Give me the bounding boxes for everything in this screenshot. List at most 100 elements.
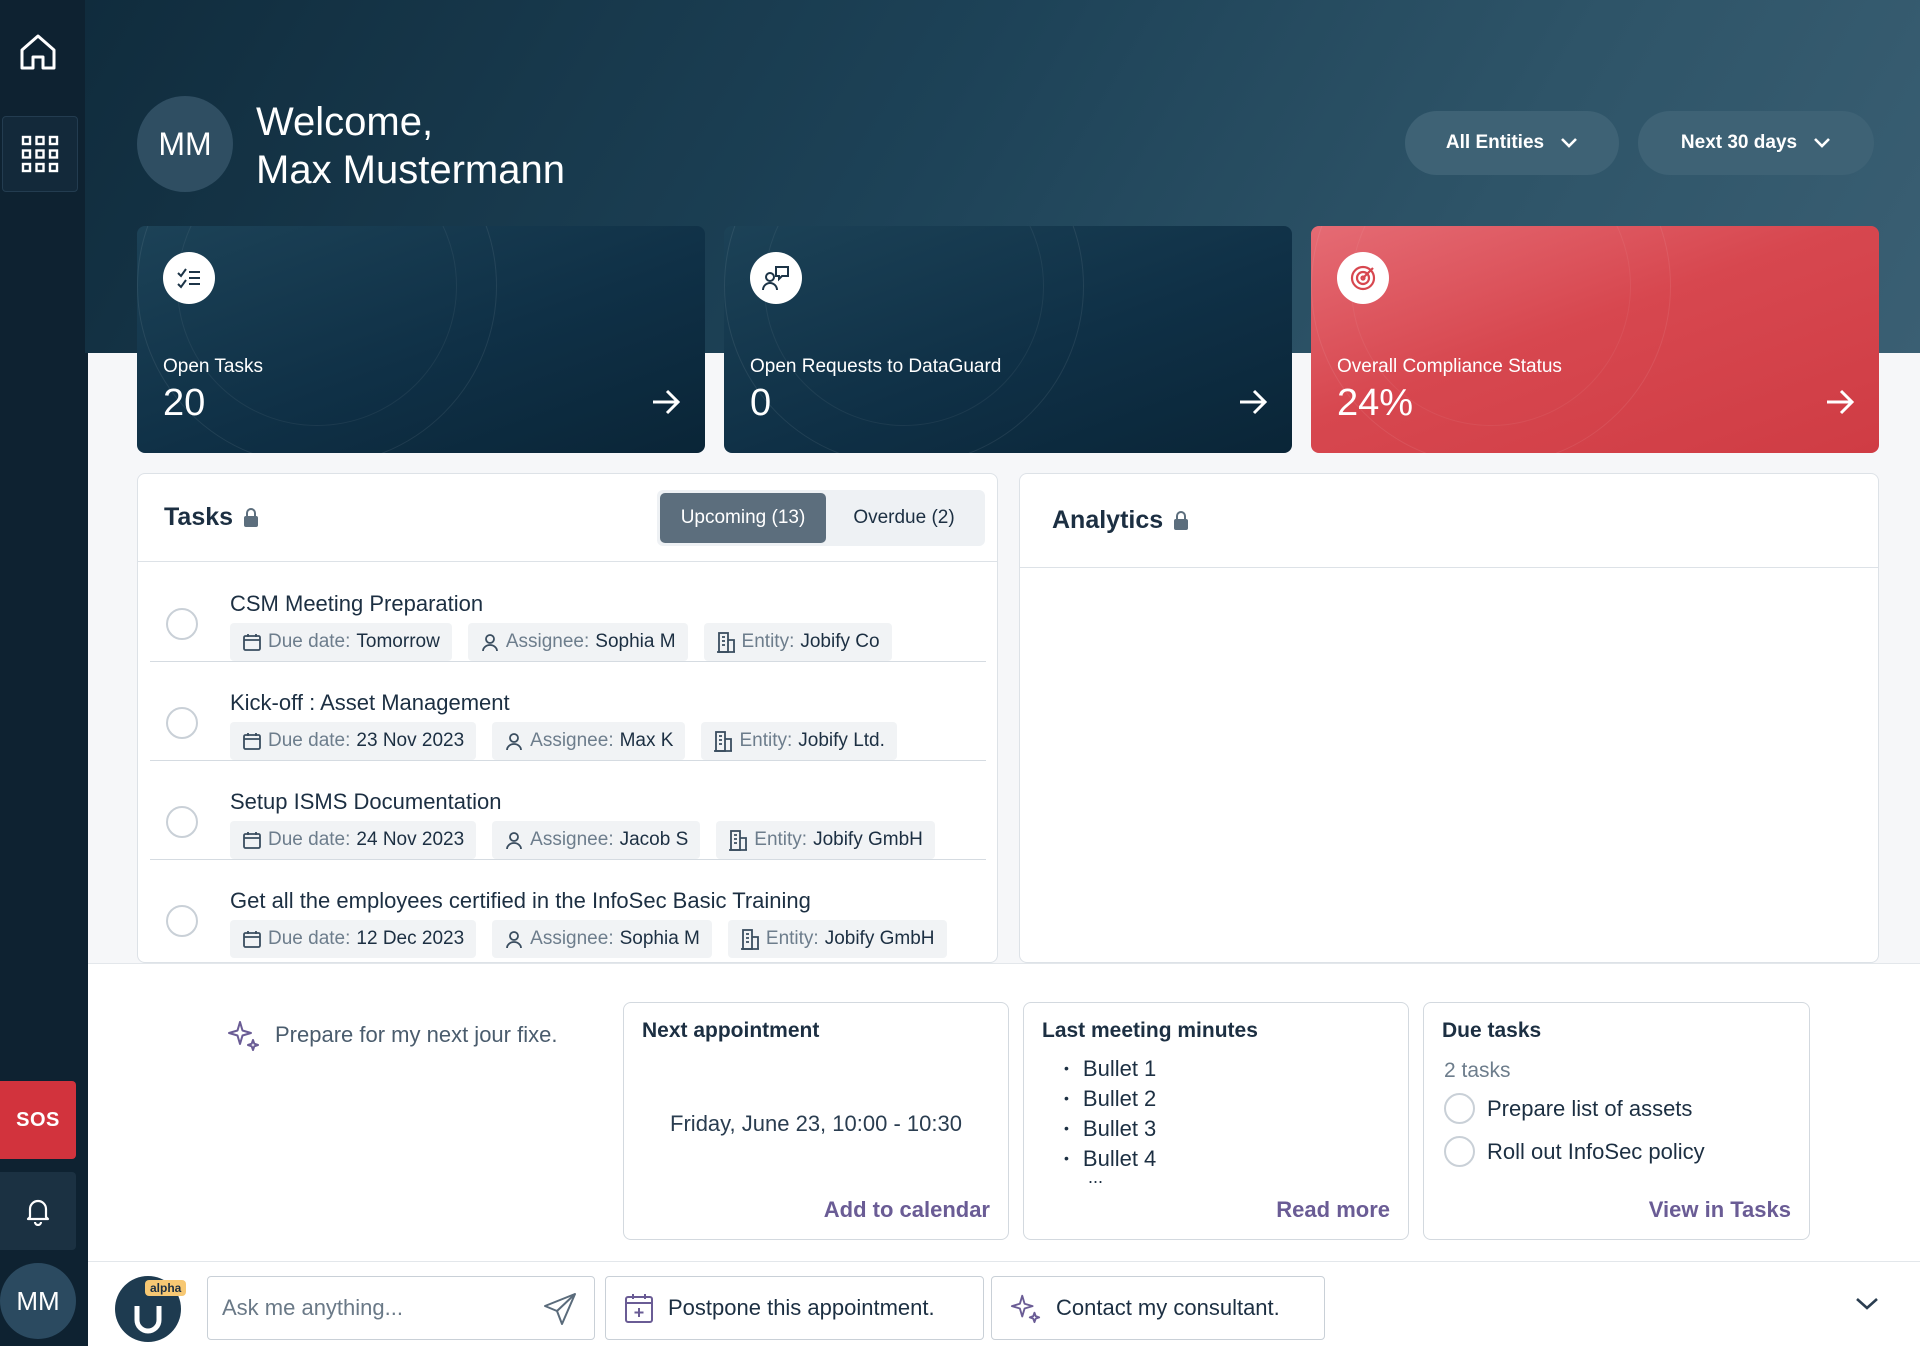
entity-chip: Entity: Jobify Co [703, 623, 892, 661]
tab-upcoming[interactable]: Upcoming (13) [660, 493, 826, 543]
due-tasks-card: Due tasks 2 tasks Prepare list of assets… [1423, 1002, 1810, 1240]
task-checkbox[interactable] [166, 707, 198, 739]
entities-filter-dropdown[interactable]: All Entities [1405, 111, 1619, 175]
card-title: Next appointment [642, 1019, 820, 1042]
building-icon [740, 929, 759, 950]
calendar-plus-icon [625, 1294, 653, 1323]
chip-key: Entity: [741, 631, 795, 652]
read-more-link[interactable]: Read more [1276, 1197, 1390, 1223]
chevron-down-icon [1814, 138, 1831, 148]
assignee-chip: Assignee: Max K [492, 722, 686, 760]
postpone-label: Postpone this appointment. [668, 1295, 935, 1320]
task-row[interactable]: CSM Meeting Preparation Due date: Tomorro… [150, 563, 986, 662]
minutes-list: Bullet 1 Bullet 2 Bullet 3 Bullet 4 [1064, 1055, 1156, 1175]
chip-key: Assignee: [530, 730, 614, 751]
user-name: Max Mustermann [256, 148, 565, 192]
tasks-tabs: Upcoming (13) Overdue (2) [657, 490, 985, 546]
chip-key: Assignee: [505, 631, 590, 652]
chip-key: Due date: [268, 730, 351, 751]
task-checkbox[interactable] [1444, 1093, 1475, 1124]
target-icon [1337, 252, 1389, 304]
calendar-icon [243, 832, 261, 849]
suggested-prompt[interactable]: Prepare for my next jour fixe. [227, 1018, 557, 1052]
kpi-open-tasks[interactable]: Open Tasks 20 [137, 226, 705, 453]
kpi-value: 24% [1337, 382, 1414, 424]
ask-input-container[interactable] [207, 1276, 595, 1340]
contact-consultant-button[interactable]: Contact my consultant. [991, 1276, 1325, 1340]
postpone-appointment-button[interactable]: Postpone this appointment. [605, 1276, 984, 1340]
chip-key: Due date: [268, 829, 351, 850]
arrow-right-icon [653, 389, 681, 415]
kpi-label: Open Requests to DataGuard [750, 356, 1002, 377]
task-row[interactable]: Get all the employees certified in the I… [150, 860, 986, 959]
user-icon [481, 634, 498, 652]
home-button[interactable] [0, 18, 76, 86]
sparkle-icon [1010, 1294, 1041, 1324]
kpi-compliance-status[interactable]: Overall Compliance Status 24% [1311, 226, 1879, 453]
assignee-chip: Assignee: Sophia M [467, 623, 688, 661]
sidebar: SOS MM [0, 0, 88, 1346]
task-row[interactable]: Kick-off : Asset Management Due date: 23 … [150, 662, 986, 761]
home-icon [20, 34, 56, 70]
task-checkbox[interactable] [1444, 1136, 1475, 1167]
chip-value: 24 Nov 2023 [356, 829, 465, 850]
task-row[interactable]: Setup ISMS Documentation Due date: 24 Nov… [150, 761, 986, 860]
send-icon[interactable] [542, 1291, 578, 1327]
due-date-chip: Due date: 23 Nov 2023 [230, 722, 477, 760]
chip-value: Max K [619, 730, 674, 751]
arrow-right-icon [1240, 389, 1268, 415]
chip-key: Assignee: [530, 829, 614, 850]
task-checkbox[interactable] [166, 608, 198, 640]
chip-value: 12 Dec 2023 [356, 928, 465, 949]
divider [88, 1261, 1920, 1262]
list-item: Bullet 3 [1064, 1115, 1156, 1145]
list-item: Bullet 2 [1064, 1085, 1156, 1115]
task-title: Setup ISMS Documentation [230, 789, 502, 814]
assignee-chip: Assignee: Sophia M [492, 920, 712, 958]
grid-icon [21, 135, 59, 173]
notifications-button[interactable] [0, 1172, 76, 1250]
task-title: Get all the employees certified in the I… [230, 888, 811, 913]
sos-button[interactable]: SOS [0, 1081, 76, 1159]
due-date-chip: Due date: 12 Dec 2023 [230, 920, 477, 958]
list-item: Bullet 1 [1064, 1055, 1156, 1085]
analytics-title: Analytics [1052, 506, 1164, 534]
chip-value: Jacob S [619, 829, 689, 850]
chip-value: Sophia M [619, 928, 700, 949]
add-to-calendar-link[interactable]: Add to calendar [824, 1197, 990, 1223]
due-task-label: Roll out InfoSec policy [1487, 1138, 1705, 1164]
task-checkbox[interactable] [166, 806, 198, 838]
appointment-time: Friday, June 23, 10:00 - 10:30 [670, 1111, 962, 1136]
period-filter-dropdown[interactable]: Next 30 days [1638, 111, 1874, 175]
due-task-item[interactable]: Roll out InfoSec policy [1444, 1136, 1705, 1167]
welcome-heading: Welcome, Max Mustermann [256, 98, 565, 194]
chevron-down-icon[interactable] [1853, 1295, 1881, 1313]
entities-filter-label: All Entities [1445, 132, 1545, 153]
card-title: Due tasks [1442, 1019, 1542, 1042]
entity-chip: Entity: Jobify Ltd. [701, 722, 897, 760]
next-appointment-card: Next appointment Friday, June 23, 10:00 … [623, 1002, 1009, 1240]
due-task-count: 2 tasks [1444, 1059, 1511, 1082]
task-checkbox[interactable] [166, 905, 198, 937]
welcome-line: Welcome, [256, 100, 434, 144]
ask-input[interactable] [222, 1295, 522, 1321]
tab-overdue[interactable]: Overdue (2) [826, 493, 982, 543]
user-avatar[interactable]: MM [0, 1263, 76, 1339]
chevron-down-icon [1561, 138, 1578, 148]
user-chat-icon [750, 252, 802, 304]
kpi-open-requests[interactable]: Open Requests to DataGuard 0 [724, 226, 1292, 453]
apps-button[interactable] [2, 116, 78, 192]
user-icon [506, 931, 523, 949]
due-date-chip: Due date: Tomorrow [230, 623, 452, 661]
arrow-right-icon [1827, 389, 1855, 415]
view-in-tasks-link[interactable]: View in Tasks [1649, 1197, 1791, 1223]
more-indicator: ... [1088, 1167, 1104, 1187]
kpi-value: 0 [750, 382, 772, 424]
due-task-item[interactable]: Prepare list of assets [1444, 1093, 1692, 1124]
lock-icon [1174, 510, 1189, 530]
task-list-icon [163, 252, 215, 304]
user-icon [506, 733, 523, 751]
entity-chip: Entity: Jobify GmbH [727, 920, 947, 958]
chip-value: Tomorrow [356, 631, 440, 652]
chip-key: Entity: [754, 829, 808, 850]
